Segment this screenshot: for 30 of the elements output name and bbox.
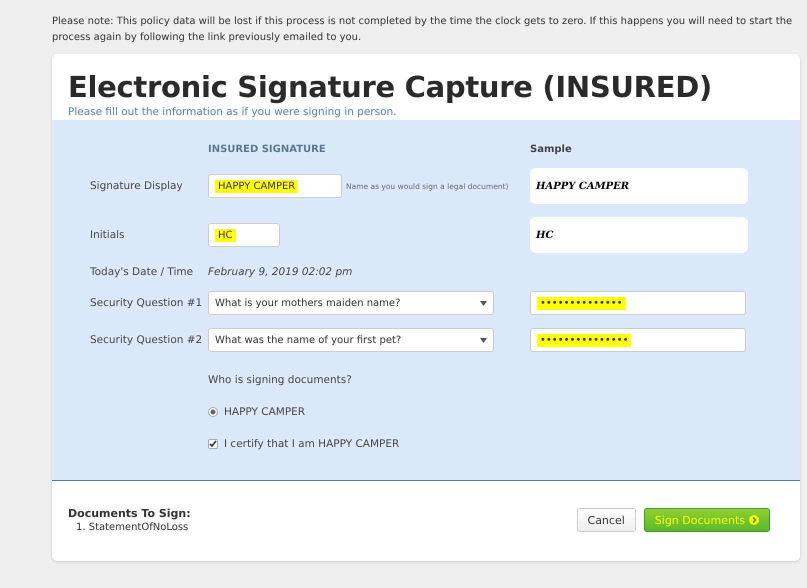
field-label: Signature Display — [89, 180, 184, 192]
checkbox[interactable] — [208, 439, 218, 449]
field-label: Security Question #1 — [89, 297, 204, 309]
input-field[interactable]: HC — [208, 223, 280, 247]
signature-sample: HC — [530, 217, 748, 253]
document-item: 1. StatementOfNoLoss — [75, 522, 190, 533]
cancel-button[interactable]: Cancel — [576, 508, 636, 532]
input-field[interactable]: HAPPY CAMPER — [208, 174, 342, 198]
subtitle: Please fill out the information as if you were signing in person. — [68, 106, 398, 118]
date-time: February 9, 2019 02:02 pm — [208, 266, 354, 278]
caret-icon — [480, 338, 487, 342]
documents-heading: Documents To Sign: — [68, 507, 191, 520]
notice-text: Please note: This policy data will be lost if this process is not completed by the time the clock gets to zero. If this happens you will need to start the process again by following the link previously emailed to you. — [52, 15, 794, 45]
answer-field[interactable]: ••••••••••••••• — [530, 328, 746, 352]
column-header: INSURED SIGNATURE — [208, 144, 327, 155]
radio-button[interactable] — [208, 407, 218, 417]
field-label: Initials — [89, 229, 126, 241]
field-label: Security Question #2 — [89, 334, 204, 346]
radio-label: HAPPY CAMPER — [224, 406, 306, 418]
signer-prompt: Who is signing documents? — [208, 374, 353, 386]
caret-icon — [480, 300, 487, 306]
signature-sample: HAPPY CAMPER — [530, 168, 748, 204]
chevron-icon — [749, 515, 759, 525]
question-select[interactable]: What was the name of your first pet? — [208, 328, 494, 352]
page-title: Electronic Signature Capture (INSURED) — [68, 69, 713, 106]
checkbox-label: I certify that I am HAPPY CAMPER — [224, 438, 400, 450]
answer-field[interactable]: •••••••••••••• — [530, 291, 746, 315]
column-header: Sample — [530, 144, 573, 155]
question-select[interactable]: What is your mothers maiden name? — [208, 291, 494, 315]
field-label: Today's Date / Time — [89, 266, 194, 278]
